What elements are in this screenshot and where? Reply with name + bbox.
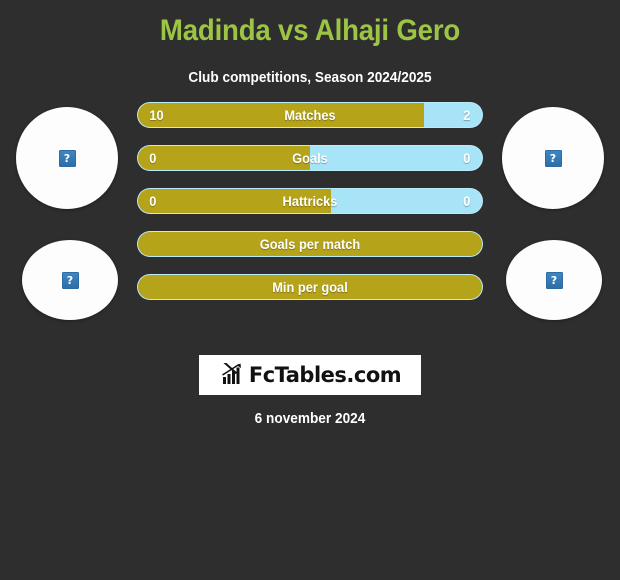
avatar-away-secondary[interactable]: ?: [506, 240, 602, 320]
stat-bar-home-value: 10: [149, 107, 164, 123]
broken-image-glyph: ?: [550, 273, 558, 287]
stat-bar: Goals per match: [137, 231, 483, 257]
page-title: Madinda vs Alhaji Gero: [159, 14, 461, 47]
date-label: 6 november 2024: [254, 411, 366, 427]
stat-bar-list: 10 2 Matches 0 0 Goals 0 0 Hattricks Goals per ma…: [137, 102, 483, 317]
stat-bar: 0 0 Goals: [137, 145, 483, 171]
page-header: Madinda vs Alhaji Gero Club competitions…: [0, 0, 620, 86]
stat-bar-away-value: 0: [463, 193, 471, 209]
comparison-board: ? ? ? ? 10 2 Matches 0 0 Goals 0 0 Hattricks Goal…: [0, 102, 620, 362]
stat-bar: 10 2 Matches: [137, 102, 483, 128]
stat-bar-home-value: 0: [149, 193, 157, 209]
stat-bar-home-value: 0: [149, 150, 157, 166]
stat-bar-home-fill: [138, 103, 424, 127]
broken-image-glyph: ?: [549, 151, 557, 165]
bar-chart-growth-icon: [221, 363, 241, 384]
fctables-logo[interactable]: FcTables.com: [199, 355, 421, 395]
avatar-away-primary[interactable]: ?: [502, 107, 604, 209]
avatar-home-primary[interactable]: ?: [16, 107, 118, 209]
stat-bar: 0 0 Hattricks: [137, 188, 483, 214]
stat-bar-away-value: 0: [463, 150, 471, 166]
broken-image-icon: ?: [57, 148, 77, 168]
stat-bar-home-fill: [138, 232, 482, 256]
stat-bar: Min per goal: [137, 274, 483, 300]
broken-image-icon: ?: [544, 270, 564, 290]
stat-bar-home-fill: [138, 146, 310, 170]
stat-bar-home-fill: [138, 275, 482, 299]
avatar-home-secondary[interactable]: ?: [22, 240, 118, 320]
broken-image-icon: ?: [543, 148, 563, 168]
broken-image-glyph: ?: [63, 151, 71, 165]
stat-bar-away-value: 2: [463, 107, 471, 123]
page-subtitle: Club competitions, Season 2024/2025: [188, 70, 432, 86]
logo-container: FcTables.com: [0, 355, 620, 395]
broken-image-icon: ?: [60, 270, 80, 290]
broken-image-glyph: ?: [66, 273, 74, 287]
stat-bar-home-fill: [138, 189, 331, 213]
logo-text: FcTables.com: [248, 363, 402, 387]
